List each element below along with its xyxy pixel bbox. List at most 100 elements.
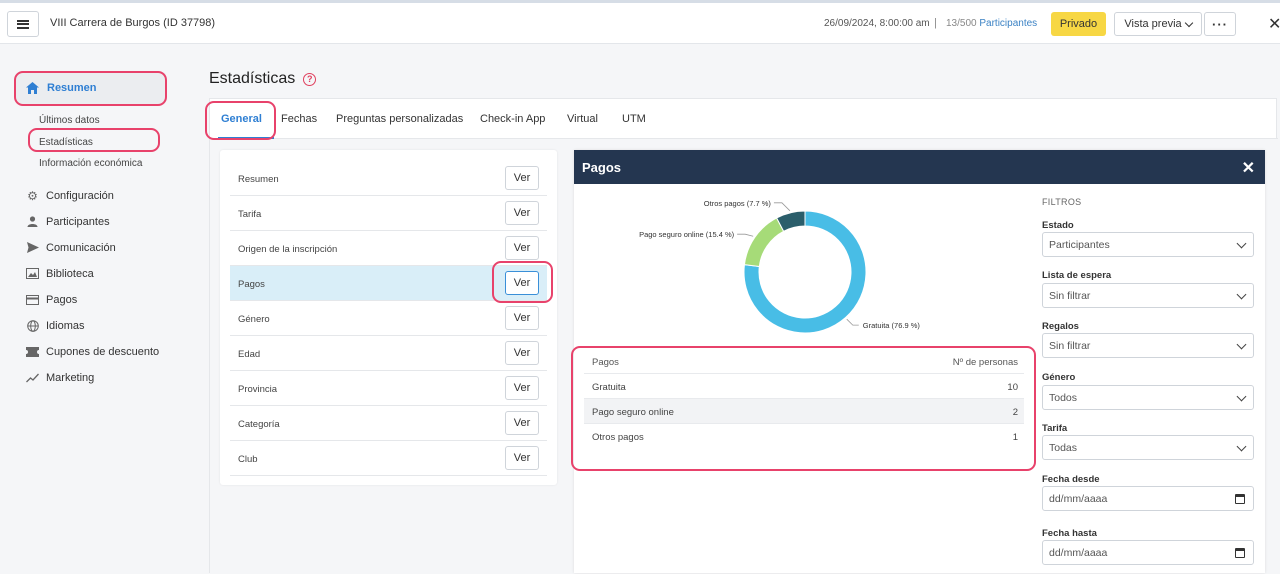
table-cell-value: 1 (1012, 432, 1018, 443)
hamburger-menu-button[interactable] (7, 11, 39, 37)
label-leader-line (737, 233, 754, 237)
sidebar-item-participantes[interactable]: Participantes (26, 215, 110, 228)
table-cell-label: Pago seguro online (592, 407, 674, 418)
participant-count: 13/500 Participantes (946, 18, 1037, 29)
modal-close-icon[interactable]: ✕ (1242, 158, 1255, 178)
participants-link[interactable]: Participantes (979, 18, 1037, 29)
filter-value: Sin filtrar (1049, 339, 1091, 352)
header-separator: | (934, 17, 937, 29)
tab-check-in-app[interactable]: Check-in App (480, 113, 545, 125)
table-row: Otros pagos 1 (584, 424, 1024, 449)
stat-row-provincia: Provincia Ver (230, 371, 547, 406)
filter-label: Género (1042, 372, 1076, 383)
sidebar-subitem-informacion-economica[interactable]: Información económica (39, 158, 142, 169)
sidebar-item-pagos[interactable]: Pagos (26, 293, 77, 306)
stats-list: Resumen Ver Tarifa Ver Origen de la inscripc… (220, 150, 557, 485)
filter-g-nero-select[interactable]: Todos (1042, 385, 1254, 410)
sidebar-item-label: Pagos (46, 293, 78, 306)
stat-label: Provincia (238, 384, 278, 395)
table-header-personas: Nº de personas (952, 357, 1018, 368)
tab-virtual[interactable]: Virtual (567, 113, 598, 125)
payments-table: Pagos Nº de personas Gratuita 10 Pago se… (584, 349, 1024, 449)
help-icon[interactable]: ? (303, 72, 317, 86)
sidebar-subitem-estadisticas[interactable]: Estadísticas (39, 137, 93, 148)
event-title: VIII Carrera de Burgos (ID 37798) (50, 17, 216, 29)
filter-value: Todos (1049, 391, 1078, 404)
stat-row-edad: Edad Ver (230, 336, 547, 371)
ver-button[interactable]: Ver (505, 166, 539, 190)
sidebar-item-label: Cupones de descuento (46, 345, 160, 358)
stat-label: Género (238, 314, 270, 325)
ticket-icon (26, 345, 39, 358)
table-cell-label: Otros pagos (592, 432, 644, 443)
table-cell-value: 10 (1007, 382, 1018, 393)
stat-row-tarifa: Tarifa Ver (230, 196, 547, 231)
filter-tarifa-select[interactable]: Todas (1042, 435, 1254, 460)
filter-label: Tarifa (1042, 423, 1068, 434)
close-icon[interactable]: ✕ (1268, 14, 1280, 34)
filter-lista-de-espera-select[interactable]: Sin filtrar (1042, 283, 1254, 308)
filter-value: Participantes (1049, 238, 1110, 251)
participant-count-value: 13/500 (946, 18, 977, 29)
donut-slice-label: Pago seguro online (15.4 %) (639, 230, 735, 239)
table-cell-label: Gratuita (592, 382, 626, 393)
gear-icon: ⚙ (27, 188, 38, 203)
calendar-icon (1235, 548, 1245, 558)
ver-button[interactable]: Ver (505, 271, 539, 295)
images-icon (26, 267, 39, 280)
ver-button[interactable]: Ver (505, 376, 539, 400)
filter-label: Lista de espera (1042, 270, 1112, 281)
more-options-button[interactable]: ··· (1204, 12, 1236, 36)
sidebar-item-marketing[interactable]: Marketing (26, 371, 94, 384)
tab-general[interactable]: General (221, 113, 262, 125)
tab-utm[interactable]: UTM (622, 113, 646, 125)
stat-row-pagos: Pagos Ver (230, 266, 547, 301)
filters-title: FILTROS (1042, 197, 1082, 207)
stat-row-g-nero: Género Ver (230, 301, 547, 336)
table-cell-value: 2 (1012, 407, 1018, 418)
sidebar-item-biblioteca[interactable]: Biblioteca (26, 267, 94, 280)
modal-header: Pagos ✕ (574, 150, 1265, 184)
app-header: VIII Carrera de Burgos (ID 37798) 26/09/… (0, 3, 1280, 44)
filter-fecha-desde-date-input[interactable]: dd/mm/aaaa (1042, 486, 1254, 511)
sidebar-item-comunicacion[interactable]: Comunicación (26, 241, 116, 254)
chevron-down-icon (1236, 289, 1247, 300)
trend-icon (26, 371, 39, 384)
ver-button[interactable]: Ver (505, 446, 539, 470)
table-header-pagos: Pagos (592, 357, 619, 368)
tab-fechas[interactable]: Fechas (281, 113, 317, 125)
sidebar-item-configuracion[interactable]: ⚙ Configuración (26, 188, 114, 203)
sidebar-item-label: Participantes (46, 215, 110, 228)
filter-label: Regalos (1042, 321, 1079, 332)
stat-label: Tarifa (238, 209, 262, 220)
stat-label: Edad (238, 349, 261, 360)
private-button[interactable]: Privado (1051, 12, 1106, 36)
sidebar-item-label: Configuración (46, 189, 114, 202)
filter-value: dd/mm/aaaa (1049, 492, 1108, 505)
calendar-icon (1235, 494, 1245, 504)
sidebar-item-cupones[interactable]: Cupones de descuento (26, 345, 159, 358)
preview-button[interactable]: Vista previa (1114, 12, 1202, 36)
page-title: Estadísticas ? (209, 70, 317, 88)
preview-label: Vista previa (1124, 18, 1182, 30)
filter-estado-select[interactable]: Participantes (1042, 232, 1254, 257)
filter-regalos-select[interactable]: Sin filtrar (1042, 333, 1254, 358)
ver-button[interactable]: Ver (505, 201, 539, 225)
filters-panel: FILTROS Estado Participantes Lista de espe… (1042, 197, 1254, 565)
tab-preguntas-personalizadas[interactable]: Preguntas personalizadas (336, 113, 463, 125)
filter-label: Estado (1042, 220, 1074, 231)
ver-button[interactable]: Ver (505, 306, 539, 330)
ver-button[interactable]: Ver (505, 411, 539, 435)
ver-button[interactable]: Ver (505, 341, 539, 365)
sidebar-item-idiomas[interactable]: Idiomas (26, 319, 85, 332)
sidebar-item-resumen[interactable]: Resumen (16, 72, 166, 104)
person-icon (26, 215, 39, 228)
label-leader-line (773, 202, 791, 212)
sidebar-item-label: Idiomas (46, 319, 85, 332)
sidebar-subitem-ultimos-datos[interactable]: Últimos datos (39, 115, 100, 126)
filter-value: Sin filtrar (1049, 289, 1091, 302)
stat-label: Club (238, 454, 258, 465)
filter-fecha-hasta-date-input[interactable]: dd/mm/aaaa (1042, 540, 1254, 565)
sidebar-item-label: Resumen (47, 82, 97, 94)
ver-button[interactable]: Ver (505, 236, 539, 260)
